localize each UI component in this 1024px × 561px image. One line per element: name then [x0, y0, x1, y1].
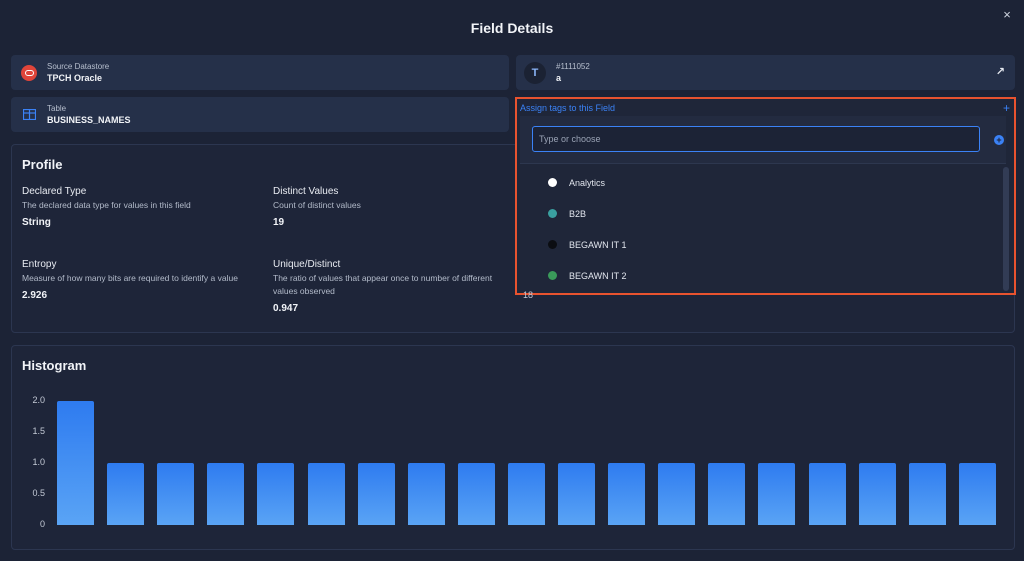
unique-distinct-name: Unique/Distinct — [273, 259, 341, 270]
histogram-bar[interactable] — [658, 463, 696, 525]
text-field-icon: T — [524, 61, 546, 84]
tag-option[interactable]: BEGAWN IT 2 — [520, 260, 1002, 291]
entropy-desc: Measure of how many bits are required to… — [22, 273, 238, 283]
histogram-bar[interactable] — [207, 463, 245, 525]
declared-type-desc: The declared data type for values in thi… — [22, 200, 191, 210]
oracle-icon — [21, 64, 37, 81]
table-icon — [21, 107, 37, 123]
histogram-bar[interactable] — [858, 463, 896, 525]
histogram-bar[interactable] — [57, 401, 94, 525]
unique-distinct-stat: Unique/Distinct The ratio of values that… — [273, 258, 503, 314]
y-axis-tick-label: 0 — [39, 519, 45, 529]
tag-list-scrollbar[interactable] — [1003, 167, 1009, 291]
histogram-bar[interactable] — [507, 463, 545, 525]
histogram-bar[interactable] — [457, 463, 495, 525]
tag-options-list: Analytics B2B BEGAWN IT 1 BEGAWN IT 2 — [520, 167, 1002, 291]
add-tag-circle-icon[interactable]: + — [994, 135, 1004, 145]
tag-option-label: BEGAWN IT 2 — [569, 270, 627, 281]
histogram-panel: Histogram 2.0 1.5 1.0 0.5 0 — [11, 345, 1015, 550]
tag-color-dot-icon — [548, 178, 557, 187]
table-card: Table BUSINESS_NAMES — [11, 97, 509, 132]
unique-distinct-value: 0.947 — [273, 303, 299, 314]
y-axis-tick-label: 1.5 — [32, 426, 45, 436]
histogram-bar[interactable] — [357, 463, 395, 525]
field-name-value: a — [556, 72, 562, 83]
entropy-value: 2.926 — [22, 290, 48, 301]
declared-type-stat: Declared Type The declared data type for… — [22, 185, 252, 228]
histogram-bar[interactable] — [908, 463, 946, 525]
histogram-bar[interactable] — [758, 463, 796, 525]
entropy-name: Entropy — [22, 259, 57, 270]
y-axis-tick-label: 2.0 — [32, 395, 45, 405]
tag-option[interactable]: Analytics — [520, 167, 1002, 198]
histogram-bar[interactable] — [407, 463, 445, 525]
tag-option-label: B2B — [569, 208, 587, 219]
source-datastore-label: Source Datastore — [47, 61, 110, 71]
histogram-bar[interactable] — [558, 463, 595, 525]
tag-popup: Assign tags to this Field + + Analytics B… — [515, 97, 1016, 295]
histogram-bar[interactable] — [307, 463, 345, 525]
source-datastore-card: Source Datastore TPCH Oracle — [11, 55, 509, 90]
distinct-values-desc: Count of distinct values — [273, 200, 361, 210]
declared-type-value: String — [22, 217, 51, 228]
unique-distinct-desc: The ratio of values that appear once to … — [273, 273, 493, 296]
assign-tags-header: Assign tags to this Field + — [520, 101, 1010, 115]
distinct-values-stat: Distinct Values Count of distinct values… — [273, 185, 503, 228]
histogram-bar[interactable] — [708, 463, 746, 525]
close-button[interactable]: × — [998, 6, 1016, 24]
declared-type-name: Declared Type — [22, 186, 87, 197]
histogram-bar[interactable] — [257, 463, 295, 525]
open-link-icon[interactable]: ↗ — [996, 65, 1005, 78]
modal-title: Field Details — [470, 20, 554, 36]
histogram-bar[interactable] — [608, 463, 646, 525]
profile-title: Profile — [22, 157, 63, 172]
distinct-values-name: Distinct Values — [273, 186, 339, 197]
tag-color-dot-icon — [548, 209, 557, 218]
partial-value-text: 18 — [523, 290, 534, 300]
add-tag-plus-icon[interactable]: + — [1003, 101, 1010, 115]
field-card[interactable]: T #1111052 a ↗ — [516, 55, 1015, 90]
tag-option-label: Analytics — [569, 177, 606, 188]
histogram-bar[interactable] — [107, 463, 145, 525]
histogram-bar[interactable] — [808, 463, 846, 525]
histogram-bar[interactable] — [958, 463, 996, 525]
tag-option-label: BEGAWN IT 1 — [569, 239, 627, 250]
source-datastore-value[interactable]: TPCH Oracle — [47, 72, 109, 85]
field-id-label: #1111052 — [556, 61, 590, 71]
table-label: Table — [47, 103, 67, 113]
distinct-values-value: 19 — [273, 217, 285, 228]
assign-tags-label[interactable]: Assign tags to this Field — [520, 103, 615, 113]
tag-color-dot-icon — [548, 240, 557, 249]
histogram-chart: 2.0 1.5 1.0 0.5 0 — [12, 346, 1016, 551]
tag-color-dot-icon — [548, 271, 557, 280]
table-value[interactable]: BUSINESS_NAMES — [47, 114, 131, 127]
histogram-bar[interactable] — [157, 463, 195, 525]
entropy-stat: Entropy Measure of how many bits are req… — [22, 258, 252, 301]
y-axis-tick-label: 1.0 — [32, 457, 45, 467]
y-axis-tick-label: 0.5 — [32, 488, 45, 498]
tag-option[interactable]: B2B — [520, 198, 1002, 229]
tag-option[interactable]: BEGAWN IT 1 — [520, 229, 1002, 260]
tag-search-input[interactable] — [532, 126, 980, 152]
tag-input-row: + — [520, 116, 1006, 164]
